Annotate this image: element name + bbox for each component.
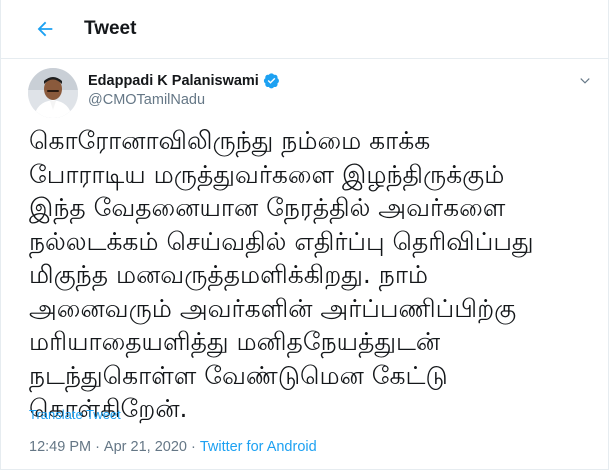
avatar[interactable] — [28, 68, 78, 118]
tweet-line: கொரோனாவிலிருந்து நம்மை காக்க — [29, 126, 431, 155]
tweet-source-link[interactable]: Twitter for Android — [200, 439, 317, 455]
tweet-metadata: 12:49 PM · Apr 21, 2020 · Twitter for Androi… — [29, 439, 317, 455]
verified-badge-icon — [263, 72, 280, 89]
arrow-left-icon — [37, 21, 53, 37]
tweet-line: போராடிய மருத்துவர்களை இழந்திருக்கும் — [29, 159, 505, 189]
tweet-text: கொரோனாவிலிருந்து நம்மை காக்க போராடிய மரு… — [29, 124, 594, 426]
tweet-line: நல்லடக்கம் செய்வதில் எதிர்ப்பு தெரிவிப்ப… — [29, 226, 534, 256]
tweet-line: இந்த வேதனையான நேரத்தில் அவர்களை — [29, 193, 506, 222]
separator: · — [95, 439, 100, 455]
tweet-line: நடந்துகொள்ள வேண்டுமென கேட்டு — [29, 360, 448, 390]
chevron-down-icon — [580, 78, 590, 84]
tweet-line: அனைவரும் அவர்களின் அர்ப்பணிப்பிற்கு — [29, 293, 517, 323]
profile-photo — [28, 68, 78, 118]
back-button[interactable] — [30, 14, 60, 44]
author-handle[interactable]: @CMOTamilNadu — [88, 92, 280, 108]
separator: · — [190, 439, 196, 455]
tweet-line: மிகுந்த மனவருத்தமளிக்கிறது. நாம் — [29, 260, 429, 289]
tweet-line: மரியாதையளித்து மனிதநேயத்துடன் — [29, 327, 441, 356]
page-title: Tweet — [84, 18, 137, 39]
more-options-button[interactable] — [574, 70, 596, 92]
author-name[interactable]: Edappadi K Palaniswami — [88, 73, 259, 89]
author-info: Edappadi K Palaniswami @CMOTamilNadu — [88, 72, 280, 108]
page-header: Tweet — [0, 0, 609, 59]
tweet-time[interactable]: 12:49 PM — [29, 439, 91, 455]
translate-tweet-link[interactable]: Translate Tweet — [29, 407, 121, 422]
tweet-date[interactable]: Apr 21, 2020 — [104, 439, 187, 455]
